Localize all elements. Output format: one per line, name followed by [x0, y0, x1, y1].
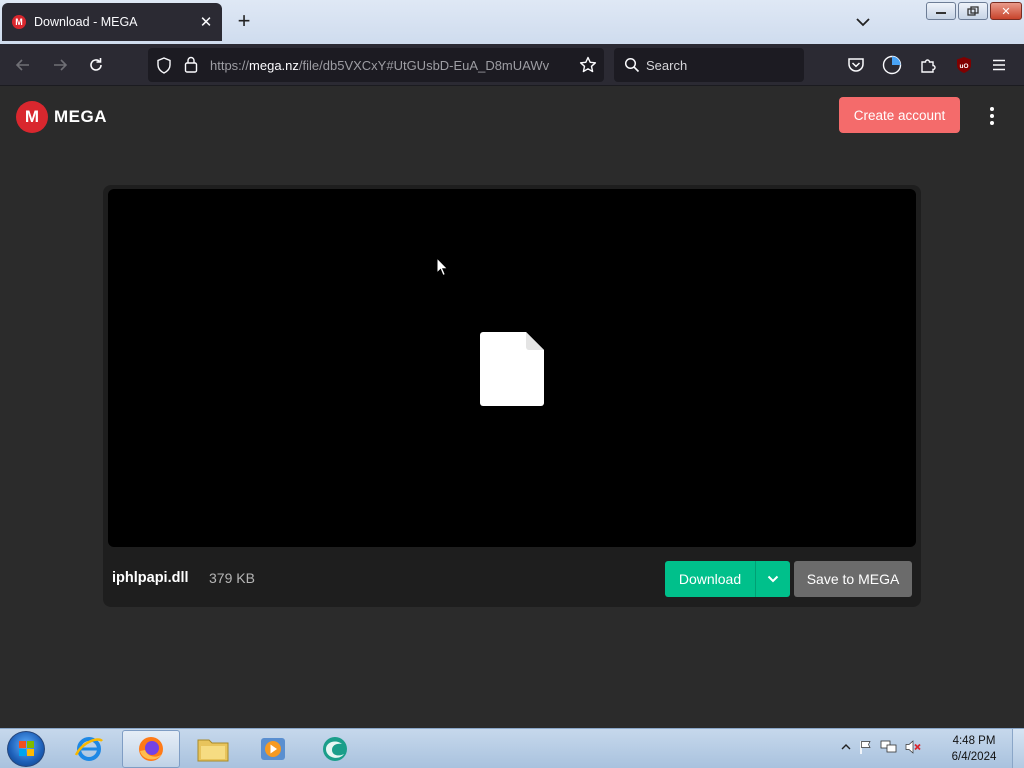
show-desktop-button[interactable]: [1012, 729, 1024, 768]
menu-hamburger-icon[interactable]: [991, 57, 1007, 78]
url-text[interactable]: https://mega.nz/file/db5VXCxY#UtGUsbD-Eu…: [210, 58, 566, 73]
download-button-group: Download: [665, 561, 790, 597]
taskbar-clock[interactable]: 4:48 PM 6/4/2024: [946, 733, 1002, 765]
url-path: /file/db5VXCxY#UtGUsbD-EuA_D8mUAWv: [298, 58, 550, 73]
lock-icon[interactable]: [184, 56, 198, 78]
close-tab-icon[interactable]: ✕: [196, 13, 216, 31]
file-info-bar: iphlpapi.dll 379 KB Download Save to MEG…: [103, 549, 921, 607]
mega-logo[interactable]: M MEGA: [16, 101, 107, 133]
clock-time: 4:48 PM: [952, 735, 996, 747]
close-window-icon[interactable]: ✕: [990, 2, 1022, 20]
restore-window-icon[interactable]: [958, 2, 988, 20]
mega-download-page: M MEGA Create account iphlpapi.dll 379 K…: [0, 87, 1024, 728]
internet-explorer-icon[interactable]: [60, 730, 118, 768]
forward-icon[interactable]: [49, 54, 71, 76]
file-explorer-icon[interactable]: [184, 730, 242, 768]
network-icon[interactable]: [880, 739, 898, 760]
file-size: 379 KB: [209, 570, 255, 586]
window-controls: ✕: [926, 2, 1022, 20]
pocket-icon[interactable]: [847, 56, 865, 79]
firefox-taskbar-icon[interactable]: [122, 730, 180, 768]
file-preview-area: [108, 189, 916, 547]
address-bar[interactable]: https://mega.nz/file/db5VXCxY#UtGUsbD-Eu…: [148, 48, 604, 82]
extensions-icon[interactable]: [919, 56, 937, 79]
generic-file-icon: [480, 332, 544, 406]
mouse-cursor-icon: [436, 257, 449, 277]
show-hidden-icons-icon[interactable]: [840, 740, 852, 758]
back-icon[interactable]: [12, 54, 34, 76]
minimize-window-icon[interactable]: [926, 2, 956, 20]
taskbar: 4:48 PM 6/4/2024: [0, 728, 1024, 768]
url-prefix: https://: [210, 58, 250, 73]
browser-app-icon[interactable]: [306, 730, 364, 768]
file-viewer-card: iphlpapi.dll 379 KB Download Save to MEG…: [103, 185, 921, 607]
search-bar[interactable]: Search: [614, 48, 804, 82]
search-icon: [624, 57, 640, 78]
search-input[interactable]: Search: [646, 58, 687, 73]
account-sync-icon[interactable]: [882, 55, 902, 80]
new-tab-icon[interactable]: +: [232, 10, 256, 34]
reload-icon[interactable]: [85, 54, 107, 76]
media-player-icon[interactable]: [244, 730, 302, 768]
mega-favicon-icon: M: [12, 15, 26, 29]
tracking-protection-icon[interactable]: [156, 57, 172, 79]
more-options-icon[interactable]: [982, 105, 1002, 127]
browser-tab[interactable]: M Download - MEGA ✕: [2, 3, 222, 41]
action-center-flag-icon[interactable]: [858, 739, 874, 760]
browser-tab-strip: M Download - MEGA ✕ + ✕: [0, 0, 1024, 44]
url-host: mega.nz: [249, 58, 299, 73]
download-button[interactable]: Download: [665, 561, 755, 597]
download-options-chevron-icon[interactable]: [756, 561, 790, 597]
save-to-mega-button[interactable]: Save to MEGA: [794, 561, 912, 597]
list-all-tabs-icon[interactable]: [852, 12, 874, 32]
bookmark-star-icon[interactable]: [579, 56, 597, 79]
file-name: iphlpapi.dll: [112, 570, 189, 586]
tab-title: Download - MEGA: [34, 15, 138, 29]
volume-muted-icon[interactable]: [904, 739, 922, 760]
mega-logo-text: MEGA: [54, 107, 107, 126]
start-button-icon[interactable]: [7, 731, 45, 767]
system-tray: [840, 729, 922, 768]
clock-date: 6/4/2024: [951, 751, 997, 763]
ublock-origin-icon[interactable]: uO: [955, 56, 973, 79]
create-account-button[interactable]: Create account: [839, 97, 960, 133]
browser-toolbar: https://mega.nz/file/db5VXCxY#UtGUsbD-Eu…: [0, 44, 1024, 86]
mega-logo-icon: M: [16, 101, 48, 133]
svg-text:uO: uO: [959, 63, 968, 70]
